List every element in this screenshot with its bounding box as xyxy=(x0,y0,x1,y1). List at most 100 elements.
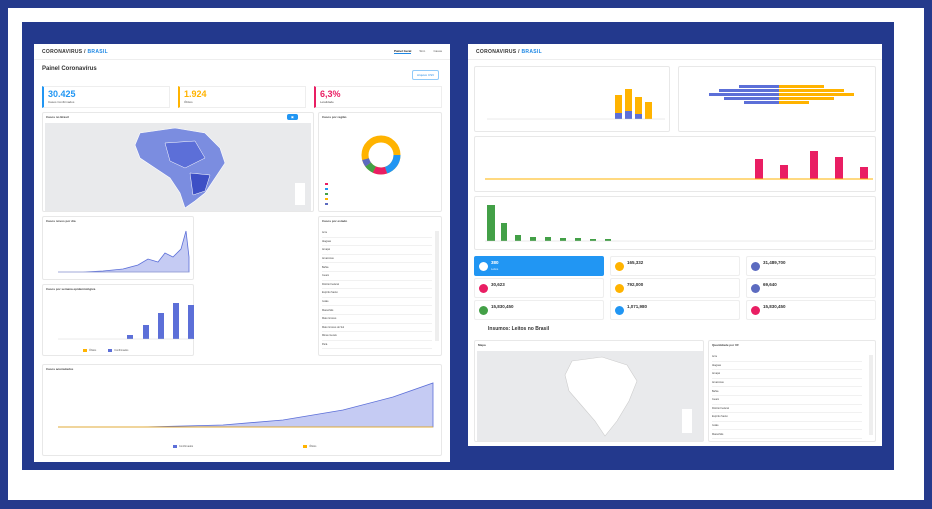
table-row: Maranhão xyxy=(322,306,432,315)
page-title: Painel Coronavírus xyxy=(42,66,97,72)
age-pyramid-chart xyxy=(709,85,854,104)
tile-icon xyxy=(479,306,488,315)
table-row: Amapá xyxy=(712,370,862,379)
brand-logo-right[interactable]: CORONAVIRUS / BRASIL xyxy=(476,49,542,55)
tile-value: 792,000 xyxy=(627,282,644,287)
table-row: Mato Grosso xyxy=(322,315,432,324)
accumulated-card: Casos acumulados Confirmados Óbitos xyxy=(42,364,442,456)
epiweek-card: Casos por semana epidemiológica Óbitos C… xyxy=(42,284,194,356)
tile-icon xyxy=(751,306,760,315)
tile-value: 69,640 xyxy=(763,282,777,287)
uf-chart-card xyxy=(474,196,876,250)
state-name: Goiás xyxy=(322,300,329,304)
tab-sintese[interactable]: Sínt. xyxy=(419,49,425,54)
uf-table: Acre Alagoas Amapá Amazonas Bahia Ceará Distri… xyxy=(712,353,862,439)
tile-label: Leitos xyxy=(491,268,499,271)
tile-icon xyxy=(751,284,760,293)
summary-tile[interactable]: 15,830,450 xyxy=(474,300,604,320)
tile-icon xyxy=(615,284,624,293)
download-csv-button[interactable]: Arquivo CSV xyxy=(412,70,440,80)
tile-value: 15,830,450 xyxy=(763,304,786,309)
accumulated-area-chart xyxy=(58,382,434,428)
table-row: Espírito Santo xyxy=(712,413,862,422)
uf-name: Alagoas xyxy=(712,363,722,367)
summary-tile[interactable]: 30,623 xyxy=(474,278,604,298)
tile-icon xyxy=(615,262,624,271)
uf-table-scrollbar[interactable] xyxy=(869,355,873,435)
state-name: Alagoas xyxy=(322,239,332,243)
beds-brazil-map[interactable] xyxy=(477,351,703,441)
epiweek-bar-chart xyxy=(58,303,194,340)
state-name: Amapá xyxy=(322,248,330,252)
uf-name: Amazonas xyxy=(712,381,724,385)
state-name: Mato Grosso xyxy=(322,317,337,321)
top-bar-right: CORONAVIRUS / BRASIL xyxy=(468,44,882,60)
uf-name: Acre xyxy=(712,355,718,359)
stat-deaths: 1.924 Óbitos xyxy=(178,86,306,108)
table-row: Acre xyxy=(712,353,862,362)
summary-tile[interactable]: 31,489,700 xyxy=(746,256,876,276)
state-table: Acre Alagoas Amapá Amazonas Bahia Ceará Distri… xyxy=(322,229,432,350)
table-row: Mato Grosso do Sul xyxy=(322,324,432,333)
daily-cases-card: Casos novos por dia xyxy=(42,216,194,280)
uf-table-card: Quantidade por UF Acre Alagoas Amapá Amazon… xyxy=(708,340,876,442)
table-row: Amazonas xyxy=(712,379,862,388)
table-row: Minas Gerais xyxy=(322,332,432,341)
uf-name: Amapá xyxy=(712,372,720,376)
table-row: Amapá xyxy=(322,246,432,255)
beds-map-card: Mapa xyxy=(474,340,704,442)
summary-tile[interactable]: 1,071,980 xyxy=(610,300,740,320)
epiweek-legend: Óbitos Confirmados xyxy=(83,349,128,352)
tile-value: 380 xyxy=(491,260,499,265)
uf-name: Espírito Santo xyxy=(712,415,728,419)
summary-tile[interactable]: 15,830,450 xyxy=(746,300,876,320)
state-name: Minas Gerais xyxy=(322,334,337,338)
state-name: Amazonas xyxy=(322,257,334,261)
tile-icon xyxy=(479,284,488,293)
uf-bar-chart xyxy=(485,205,873,242)
summary-tile[interactable]: 792,000 xyxy=(610,278,740,298)
tab-painel[interactable]: Painel Geral xyxy=(393,49,412,54)
tile-value: 1,071,980 xyxy=(627,304,648,309)
state-name: Bahia xyxy=(322,265,329,269)
table-row: Alagoas xyxy=(712,362,862,371)
state-name: Espírito Santo xyxy=(322,291,338,295)
table-row: Espírito Santo xyxy=(322,289,432,298)
uf-name: Bahia xyxy=(712,389,719,393)
brazil-map[interactable] xyxy=(45,123,311,211)
table-row: Bahia xyxy=(322,263,432,272)
table-row: Ceará xyxy=(712,396,862,405)
table-row: Pará xyxy=(322,341,432,350)
table-row: Goiás xyxy=(322,298,432,307)
age-chart-card xyxy=(474,66,670,132)
brand-logo[interactable]: CORONAVIRUS / BRASIL xyxy=(42,49,108,55)
tab-casos[interactable]: Casos xyxy=(433,49,442,54)
uf-name: Maranhão xyxy=(712,432,724,436)
map-toggle-button[interactable]: ▣ xyxy=(287,114,298,120)
state-name: Ceará xyxy=(322,274,329,278)
epiweek-compare-chart xyxy=(485,151,873,180)
uf-name: Ceará xyxy=(712,398,719,402)
pyramid-chart-card xyxy=(678,66,876,132)
table-row: Distrito Federal xyxy=(322,281,432,290)
summary-tile[interactable]: 380 Leitos xyxy=(474,256,604,276)
tile-icon xyxy=(615,306,624,315)
daily-cases-area-chart xyxy=(58,230,190,273)
epiweek-compare-card xyxy=(474,136,876,192)
table-row: Amazonas xyxy=(322,255,432,264)
summary-tile[interactable]: 165,332 xyxy=(610,256,740,276)
age-stacked-bar-chart xyxy=(487,89,665,120)
tile-value: 30,623 xyxy=(491,282,505,287)
top-bar: CORONAVIRUS / BRASIL Painel Geral Sínt. … xyxy=(34,44,450,60)
state-name: Pará xyxy=(322,343,328,347)
stat-confirmed: 30.425 Casos Confirmados xyxy=(42,86,170,108)
state-table-card: Casos por estado Acre Alagoas Amapá Amazona… xyxy=(318,216,442,356)
right-dashboard: CORONAVIRUS / BRASIL 380 Leitos 165,332 … xyxy=(468,44,882,446)
summary-tile[interactable]: 69,640 xyxy=(746,278,876,298)
table-row: Maranhão xyxy=(712,430,862,439)
state-name: Distrito Federal xyxy=(322,282,339,286)
tile-value: 165,332 xyxy=(627,260,644,265)
state-table-scrollbar[interactable] xyxy=(435,231,439,341)
stat-lethality: 6,3% Letalidade xyxy=(314,86,442,108)
state-name: Mato Grosso do Sul xyxy=(322,325,345,329)
